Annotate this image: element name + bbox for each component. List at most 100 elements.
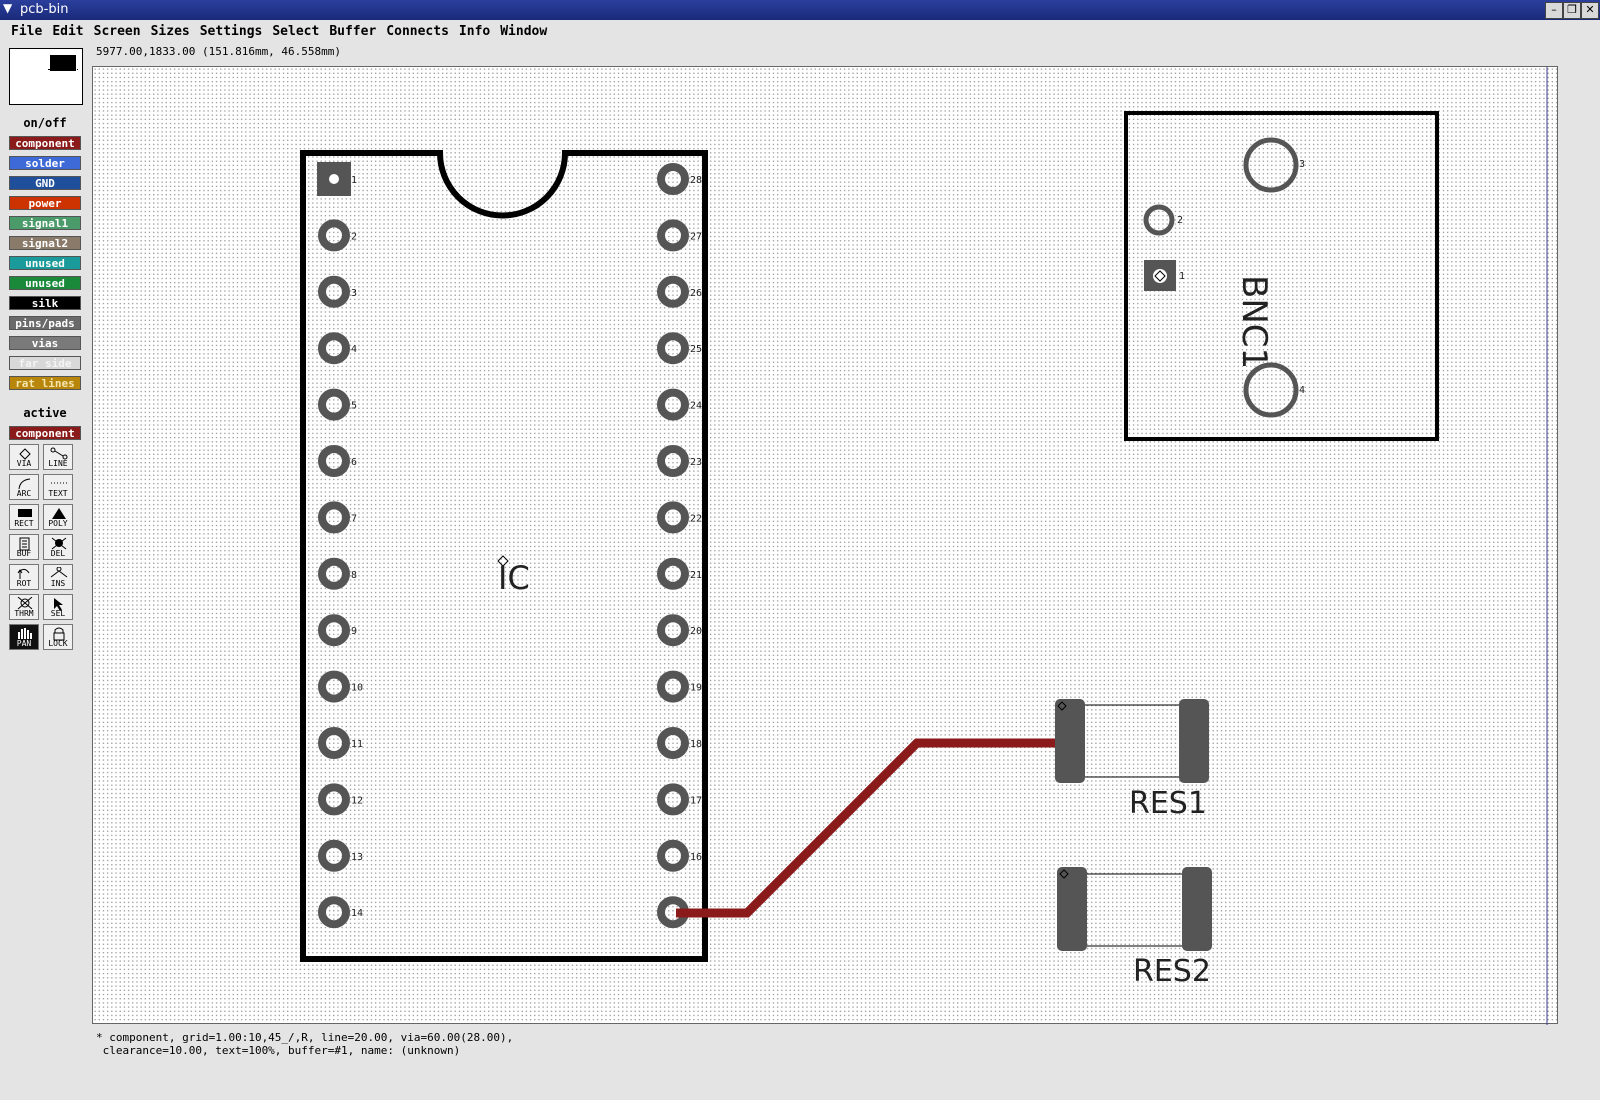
board-drawing[interactable]: 1234567891011121314 28272625242322212019… <box>93 67 1559 1025</box>
maximize-icon[interactable]: ❐ <box>1563 2 1581 19</box>
close-icon[interactable]: ✕ <box>1581 2 1599 19</box>
tool-label: LINE <box>48 459 68 468</box>
bnc-pad-2 <box>1143 204 1175 236</box>
ic-pad-7[interactable] <box>318 501 350 534</box>
tool-text-button[interactable]: TEXT <box>43 474 73 500</box>
active-layer-button[interactable]: component <box>9 426 81 440</box>
tool-ins-button[interactable]: INS <box>43 564 73 590</box>
bnc-pin-2-label: 2 <box>1177 215 1183 226</box>
tool-thrm-button[interactable]: THRM <box>9 594 39 620</box>
menu-screen[interactable]: Screen <box>89 22 146 39</box>
layer-toggle-rat-lines-12[interactable]: rat lines <box>9 376 81 390</box>
layer-toggle-pins-pads-9[interactable]: pins/pads <box>9 316 81 330</box>
ic-pin-label: 25 <box>690 344 702 355</box>
ic-pad-25[interactable] <box>657 332 689 365</box>
ic-pad-19[interactable] <box>657 670 689 703</box>
tool-label: SEL <box>50 609 66 618</box>
ic-pin-label: 3 <box>351 288 357 299</box>
ic-pad-18[interactable] <box>657 727 689 759</box>
ic-pad-24[interactable] <box>657 388 689 421</box>
tool-label: TEXT <box>48 489 68 498</box>
menu-info[interactable]: Info <box>454 22 495 39</box>
menu-connects[interactable]: Connects <box>381 22 454 39</box>
tool-pan-button[interactable]: PAN <box>9 624 39 650</box>
layer-preview <box>9 48 83 105</box>
menu-file[interactable]: File <box>6 22 47 39</box>
window-menu-icon[interactable]: ▼ <box>3 1 12 15</box>
ic-pad-14[interactable] <box>318 896 350 929</box>
res2-footprint[interactable] <box>1057 867 1212 951</box>
ic-pad-2[interactable] <box>318 219 350 252</box>
ic-pad-23[interactable] <box>657 445 689 477</box>
cursor-coordinates: 5977.00,1833.00 (151.816mm, 46.558mm) <box>96 45 342 58</box>
ic-pad-11[interactable] <box>318 727 350 759</box>
status-line-1: * component, grid=1.00:10,45_/,R, line=2… <box>96 1031 514 1044</box>
menu-edit[interactable]: Edit <box>47 22 88 39</box>
copper-trace <box>676 738 1063 918</box>
layer-toggle-signal2-5[interactable]: signal2 <box>9 236 81 250</box>
tool-poly-button[interactable]: POLY <box>43 504 73 530</box>
layer-toggle-power-3[interactable]: power <box>9 196 81 210</box>
ic-pin-label: 14 <box>351 908 363 919</box>
ic-pad-16[interactable] <box>657 839 689 872</box>
layer-toggle-vias-10[interactable]: vias <box>9 336 81 350</box>
tool-arc-button[interactable]: ARC <box>9 474 39 500</box>
ic-pad-20[interactable] <box>657 614 689 647</box>
tool-label: POLY <box>48 519 68 528</box>
ic-pad-22[interactable] <box>657 501 689 534</box>
minimize-icon[interactable]: – <box>1545 2 1563 19</box>
ic-pad-21[interactable] <box>657 557 689 590</box>
tool-label: INS <box>50 579 66 588</box>
tool-line-button[interactable]: LINE <box>43 444 73 470</box>
layer-toggle-silk-8[interactable]: silk <box>9 296 81 310</box>
layer-toggle-component-0[interactable]: component <box>9 136 81 150</box>
tool-del-button[interactable]: DEL <box>43 534 73 560</box>
ic-pad-17[interactable] <box>657 783 689 816</box>
ic-pad-6[interactable] <box>318 445 350 477</box>
menu-window[interactable]: Window <box>495 22 552 39</box>
layer-toggle-far-side-11[interactable]: far side <box>9 356 81 370</box>
ic-pin-label: 19 <box>690 683 702 694</box>
ic-pin-label: 11 <box>351 739 363 750</box>
ic-pad-10[interactable] <box>318 670 350 703</box>
ic-pin-label: 12 <box>351 795 363 806</box>
ic-pad-26[interactable] <box>657 275 689 308</box>
menu-select[interactable]: Select <box>267 22 324 39</box>
ic-refdes: IC <box>498 559 530 597</box>
layer-toggle-solder-1[interactable]: solder <box>9 156 81 170</box>
ic-pad-5[interactable] <box>318 388 350 421</box>
layer-toggle-unused-7[interactable]: unused <box>9 276 81 290</box>
tool-label: RECT <box>14 519 34 528</box>
ic-pad-8[interactable] <box>318 557 350 590</box>
ic-pad-28[interactable] <box>657 163 689 195</box>
res1-footprint[interactable] <box>1055 699 1209 783</box>
ic-pin-label: 16 <box>690 852 702 863</box>
menu-sizes[interactable]: Sizes <box>146 22 195 39</box>
ic-pad-3[interactable] <box>318 275 350 308</box>
layer-toggle-unused-6[interactable]: unused <box>9 256 81 270</box>
tool-sel-button[interactable]: SEL <box>43 594 73 620</box>
layer-toggle-signal1-4[interactable]: signal1 <box>9 216 81 230</box>
menu-settings[interactable]: Settings <box>195 22 268 39</box>
ic-pad-27[interactable] <box>657 219 689 252</box>
ic-pin-label: 8 <box>351 570 357 581</box>
tool-rect-button[interactable]: RECT <box>9 504 39 530</box>
ic-pin-label: 6 <box>351 457 357 468</box>
ic-pad-13[interactable] <box>318 839 350 872</box>
ic-pin-label: 17 <box>690 795 702 806</box>
bnc-pin-3-label: 3 <box>1299 159 1305 170</box>
tool-via-button[interactable]: VIA <box>9 444 39 470</box>
tool-buf-button[interactable]: BUF <box>9 534 39 560</box>
menu-buffer[interactable]: Buffer <box>324 22 381 39</box>
bnc-pad-4 <box>1243 362 1299 418</box>
tool-rot-button[interactable]: ROT <box>9 564 39 590</box>
title-bar: ▼ pcb-bin – ❐ ✕ <box>0 0 1600 20</box>
ic-pad-4[interactable] <box>318 332 350 365</box>
layer-toggle-gnd-2[interactable]: GND <box>9 176 81 190</box>
tool-lock-button[interactable]: LOCK <box>43 624 73 650</box>
ic-pad-9[interactable] <box>318 614 350 647</box>
ic-pad-12[interactable] <box>318 783 350 816</box>
ic-pin-label: 18 <box>690 739 702 750</box>
pcb-canvas[interactable]: 1 2 3 4 5 6 7 8 9 10 11 12 13 14 28 27 26 25 24 23 22 21 20 19… <box>92 66 1559 1025</box>
ic-pin-label: 9 <box>351 626 357 637</box>
